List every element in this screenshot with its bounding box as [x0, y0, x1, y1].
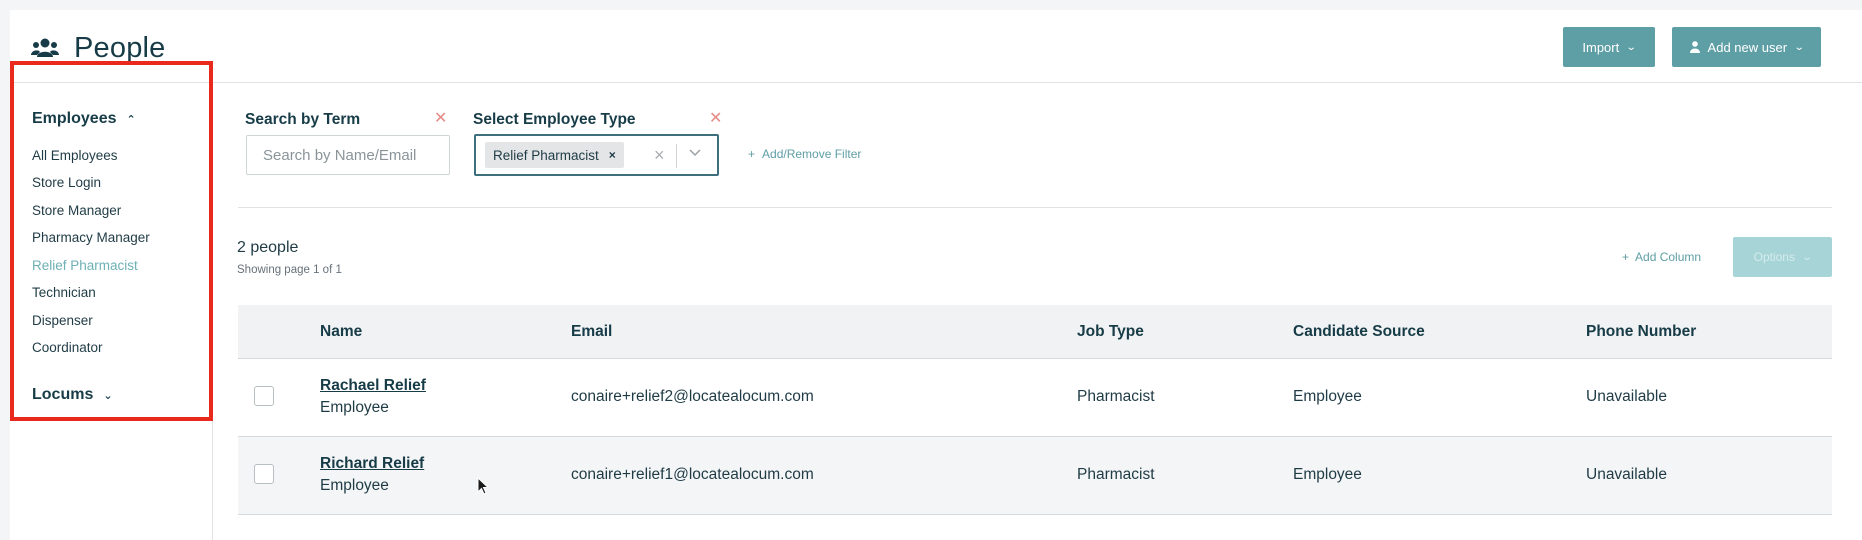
person-role: Employee	[320, 399, 389, 416]
chevron-up-icon: ⌃	[126, 113, 136, 126]
chevron-down-icon: ⌄	[1793, 41, 1805, 53]
plus-icon: +	[748, 147, 756, 161]
add-new-user-label: Add new user	[1707, 39, 1788, 55]
user-icon	[1689, 41, 1700, 53]
page-header: People Import ⌄ Add new user ⌄	[10, 10, 1862, 83]
remove-chip-icon[interactable]: ×	[609, 148, 616, 162]
sidebar-group-label: Locums	[32, 386, 94, 403]
clear-search-icon[interactable]: ✕	[434, 108, 447, 128]
people-icon	[31, 38, 59, 57]
table-header: Name Email Job Type Candidate Source Pho…	[238, 305, 1832, 359]
app-frame: People Import ⌄ Add new user ⌄ Employees…	[10, 10, 1862, 540]
table-row: Richard Relief Employee conaire+relief1@…	[238, 437, 1832, 515]
page-title: People	[74, 32, 166, 64]
search-input[interactable]	[246, 135, 450, 175]
options-label: Options	[1753, 250, 1795, 264]
row-checkbox[interactable]	[254, 386, 274, 406]
options-button[interactable]: Options ⌄	[1733, 237, 1832, 277]
person-job-type: Pharmacist	[1077, 388, 1155, 405]
sidebar-item-store-manager[interactable]: Store Manager	[32, 203, 121, 218]
mouse-cursor-icon	[477, 477, 489, 495]
sidebar-item-coordinator[interactable]: Coordinator	[32, 340, 103, 355]
person-phone: Unavailable	[1586, 466, 1667, 483]
sidebar-item-all-employees[interactable]: All Employees	[32, 148, 118, 163]
sidebar-group-label: Employees	[32, 110, 117, 127]
table-row: Rachael Relief Employee conaire+relief2@…	[238, 359, 1832, 437]
sidebar-group-employees[interactable]: Employees ⌃	[32, 110, 136, 128]
add-column-link[interactable]: + Add Column	[1622, 250, 1701, 264]
person-email: conaire+relief1@locatealocum.com	[571, 466, 814, 483]
sidebar-group-locums[interactable]: Locums ⌄	[32, 386, 113, 404]
sidebar-item-technician[interactable]: Technician	[32, 285, 96, 300]
column-header-phone-number[interactable]: Phone Number	[1586, 323, 1696, 341]
sidebar-item-relief-pharmacist[interactable]: Relief Pharmacist	[32, 258, 138, 273]
person-email: conaire+relief2@locatealocum.com	[571, 388, 814, 405]
person-candidate-source: Employee	[1293, 466, 1362, 483]
employee-type-select[interactable]: Relief Pharmacist × ×	[474, 134, 719, 176]
column-header-job-type[interactable]: Job Type	[1077, 323, 1144, 341]
chevron-down-icon[interactable]	[689, 146, 701, 158]
chevron-down-icon: ⌄	[1801, 251, 1813, 263]
chevron-down-icon: ⌄	[1625, 41, 1637, 53]
add-new-user-button[interactable]: Add new user ⌄	[1672, 27, 1821, 67]
search-filter-label: Search by Term	[245, 111, 361, 128]
select-separator	[676, 144, 677, 168]
add-column-label: Add Column	[1635, 250, 1702, 264]
column-header-candidate-source[interactable]: Candidate Source	[1293, 323, 1425, 341]
sidebar: Employees ⌃ All Employees Store Login St…	[10, 83, 213, 540]
column-header-email[interactable]: Email	[571, 323, 612, 341]
sidebar-item-pharmacy-manager[interactable]: Pharmacy Manager	[32, 230, 150, 245]
import-button-label: Import	[1582, 39, 1620, 55]
selected-type-label: Relief Pharmacist	[493, 147, 599, 163]
plus-icon: +	[1622, 250, 1630, 264]
clear-selection-icon[interactable]: ×	[654, 145, 665, 166]
person-phone: Unavailable	[1586, 388, 1667, 405]
divider	[238, 207, 1832, 208]
person-name-link[interactable]: Richard Relief	[320, 455, 424, 473]
page-info: Showing page 1 of 1	[237, 264, 342, 276]
column-header-name[interactable]: Name	[320, 323, 362, 341]
row-checkbox[interactable]	[254, 464, 274, 484]
add-remove-filter-label: Add/Remove Filter	[762, 147, 862, 161]
import-button[interactable]: Import ⌄	[1563, 27, 1655, 67]
sidebar-item-dispenser[interactable]: Dispenser	[32, 313, 93, 328]
person-name-link[interactable]: Rachael Relief	[320, 377, 426, 395]
person-job-type: Pharmacist	[1077, 466, 1155, 483]
person-candidate-source: Employee	[1293, 388, 1362, 405]
sidebar-item-store-login[interactable]: Store Login	[32, 175, 101, 190]
selected-type-chip: Relief Pharmacist ×	[485, 142, 624, 168]
add-remove-filter-link[interactable]: + Add/Remove Filter	[748, 147, 861, 161]
results-count: 2 people	[237, 239, 299, 256]
clear-type-filter-icon[interactable]: ✕	[709, 108, 722, 128]
person-role: Employee	[320, 477, 389, 494]
chevron-down-icon: ⌄	[103, 389, 113, 402]
employee-type-filter-label: Select Employee Type	[473, 111, 636, 128]
